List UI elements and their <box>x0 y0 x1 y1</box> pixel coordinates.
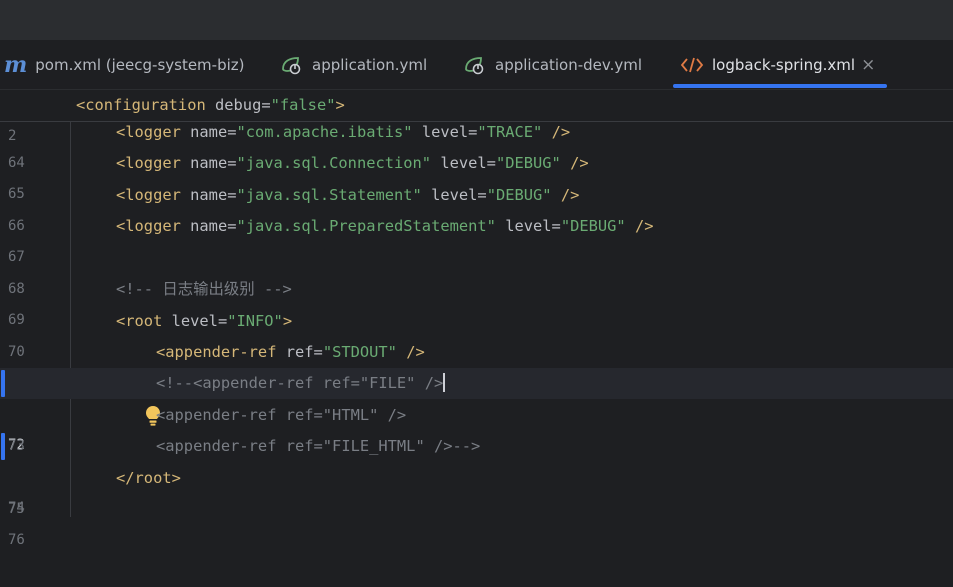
line-number: 76 <box>8 532 25 548</box>
tab-label: application-dev.yml <box>495 55 643 74</box>
xml-icon <box>680 56 704 74</box>
active-tab-indicator <box>673 84 887 88</box>
code-line[interactable]: 69 <!-- 日志输出级别 --> <box>0 274 953 328</box>
tab-application-yml[interactable]: application.yml <box>280 40 427 89</box>
code-line[interactable]: 70 <root level="INFO"> <box>0 306 953 360</box>
code-line-current[interactable]: 72 <!--<appender-ref ref="FILE" /> <box>0 368 953 453</box>
close-icon[interactable]: × <box>861 55 875 75</box>
code-line[interactable]: 76 <box>0 494 953 548</box>
code-line[interactable]: 68 <box>0 243 953 297</box>
tab-pom-xml[interactable]: m pom.xml (jeecg-system-biz) <box>4 40 245 89</box>
code-comment: <appender-ref ref="FILE_HTML" />--> <box>156 437 481 455</box>
code-line[interactable]: 71 <appender-ref ref="STDOUT" /> <box>0 337 953 391</box>
tab-label: pom.xml (jeecg-system-biz) <box>35 55 245 74</box>
code-line[interactable]: 64 <logger name="com.apache.ibatis" leve… <box>0 117 953 171</box>
code-line[interactable]: 75 </root> <box>0 463 953 517</box>
tab-label: logback-spring.xml <box>712 55 856 74</box>
maven-icon: m <box>4 51 28 78</box>
editor-tab-bar: m pom.xml (jeecg-system-biz) application… <box>0 40 953 90</box>
tab-application-dev-yml[interactable]: application-dev.yml <box>463 40 642 89</box>
text-caret <box>443 372 446 392</box>
tab-label: application.yml <box>312 55 428 74</box>
code-line[interactable]: 65 <logger name="java.sql.Connection" le… <box>0 148 953 202</box>
code-comment: <appender-ref ref="HTML" /> <box>156 406 407 424</box>
title-bar <box>0 0 953 40</box>
code-line[interactable]: 66 <logger name="java.sql.Statement" lev… <box>0 180 953 234</box>
code-comment: <!-- 日志输出级别 --> <box>116 280 292 298</box>
code-line[interactable]: 73 <appender-ref ref="HTML" /> <box>0 400 953 454</box>
code-line[interactable]: 67 <logger name="java.sql.PreparedStatem… <box>0 211 953 265</box>
code-comment: <!--<appender-ref ref="FILE" /> <box>156 374 444 392</box>
code-line[interactable]: 74 <appender-ref ref="FILE_HTML" />--> <box>0 431 953 516</box>
tab-logback-spring-xml[interactable]: logback-spring.xml × <box>680 40 875 89</box>
vcs-change-marker[interactable] <box>1 433 5 460</box>
vcs-change-marker[interactable] <box>1 370 5 397</box>
spring-boot-icon <box>280 55 304 75</box>
spring-boot-icon <box>463 55 487 75</box>
code-editor[interactable]: 2 <configuration debug="false"> 64 <logg… <box>0 90 953 548</box>
